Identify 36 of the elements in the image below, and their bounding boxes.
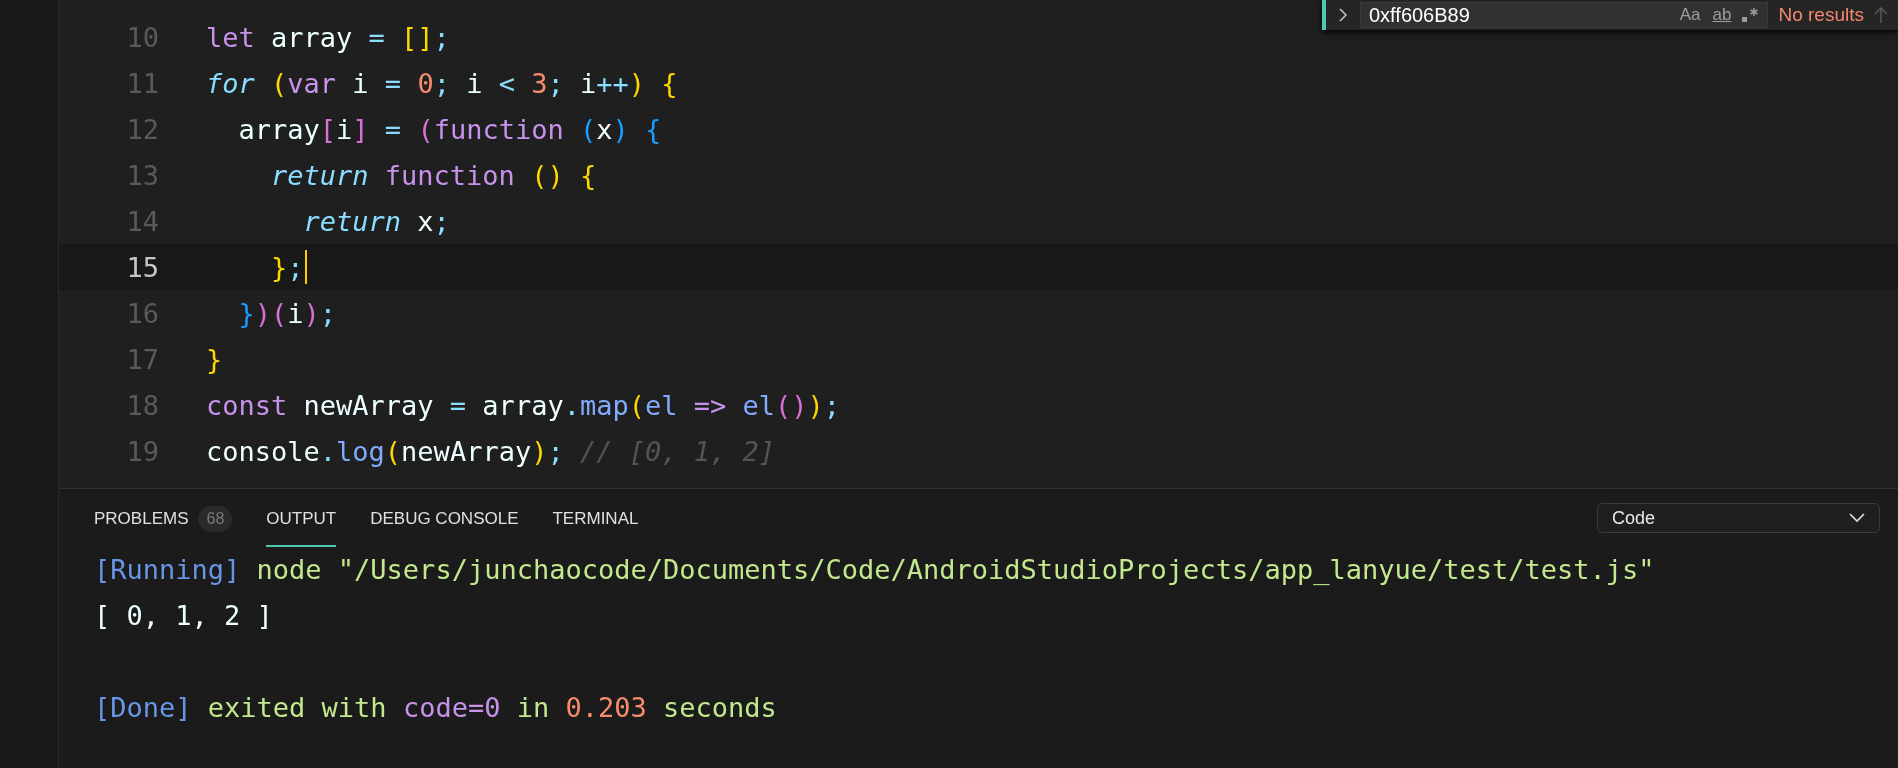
find-result-text: No results: [1778, 4, 1864, 26]
line-number: 12: [125, 113, 159, 145]
line-number: 10: [125, 21, 159, 53]
code-line: return x;: [302, 205, 450, 237]
panel-tab[interactable]: OUTPUT: [266, 489, 337, 547]
regex-icon[interactable]: [1741, 7, 1760, 23]
code-line: array[i] = (function (x) {: [237, 113, 662, 145]
panel-tab[interactable]: PROBLEMS 68: [94, 489, 233, 547]
text-cursor: [304, 250, 307, 284]
line-number: 11: [125, 67, 159, 99]
line-number: 14: [125, 205, 159, 237]
line-number: 16: [125, 297, 159, 329]
match-case-toggle[interactable]: Aa: [1677, 5, 1703, 25]
chevron-down-icon: [1849, 513, 1865, 523]
line-number: 19: [125, 435, 159, 467]
code-line: let array = [];: [206, 21, 450, 53]
output-line: [Done] exited with code=0 in 0.203 seconds: [94, 691, 778, 725]
output-line: [Running] node "/Users/junchaocode/Documents/Code/AndroidStudioProjects/app_lanyue/test/test.js": [94, 553, 1656, 587]
whole-word-toggle[interactable]: ab: [1710, 5, 1734, 25]
code-line: for (var i = 0; i < 3; i++) {: [206, 67, 678, 99]
line-number: 17: [125, 343, 159, 375]
line-number: 18: [125, 389, 159, 421]
line-number: 15: [125, 251, 159, 283]
output-line: [ 0, 1, 2 ]: [94, 599, 274, 633]
code-line: })(i);: [237, 297, 337, 329]
code-line: };: [270, 251, 304, 283]
chevron-right-icon[interactable]: [1336, 8, 1350, 22]
code-line: }: [206, 343, 223, 375]
code-line: return function () {: [270, 159, 597, 191]
count-badge: 68: [198, 506, 233, 532]
panel-tab[interactable]: TERMINAL: [552, 489, 639, 547]
code-line: const newArray = array.map(el => el());: [206, 389, 841, 421]
line-number: 13: [125, 159, 159, 191]
output-channel-dropdown[interactable]: Code: [1597, 503, 1880, 533]
find-input-field[interactable]: 0xff606B89 Aa ab: [1360, 2, 1769, 28]
panel-tab[interactable]: DEBUG CONSOLE: [370, 489, 519, 547]
